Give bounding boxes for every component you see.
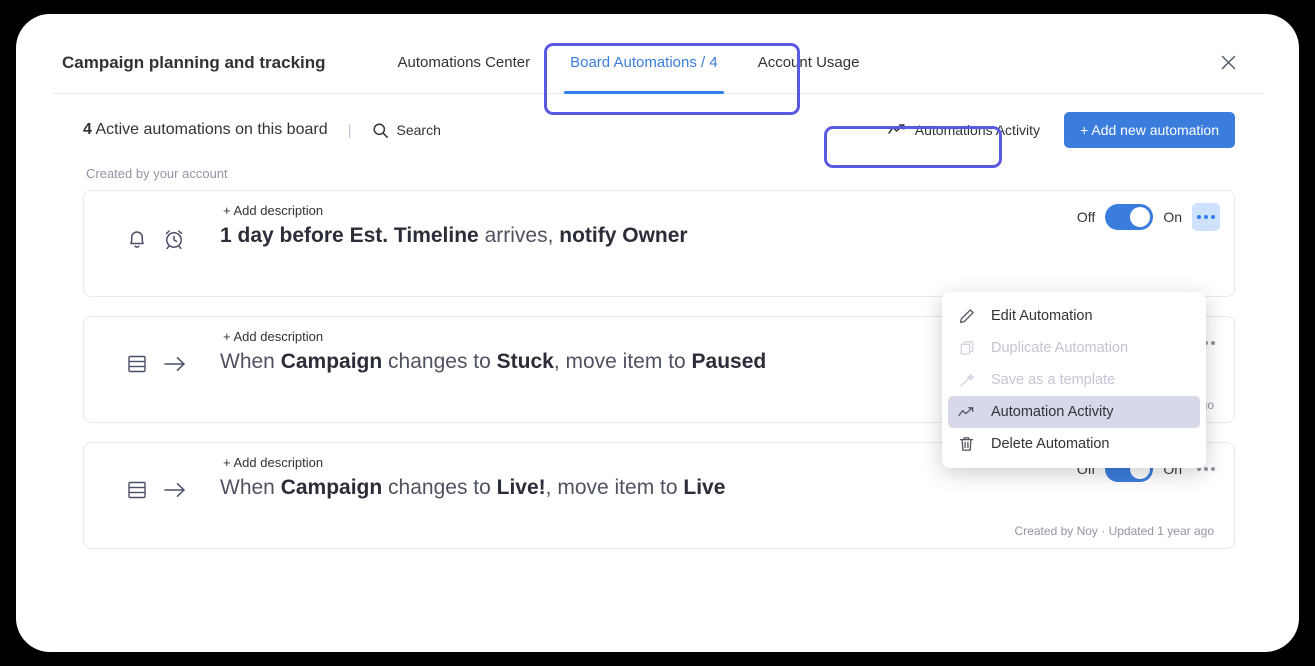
automation-card[interactable]: + Add description 1 day before Est. Time… <box>83 190 1235 297</box>
tab-account-usage[interactable]: Account Usage <box>738 32 880 94</box>
count-number: 4 <box>83 121 92 138</box>
menu-item-duplicate-automation: Duplicate Automation <box>948 332 1200 364</box>
automation-sentence: When Campaign changes to Live!, move ite… <box>220 476 726 499</box>
trash-icon <box>958 436 975 453</box>
automation-icons <box>126 353 188 375</box>
menu-item-label: Save as a template <box>991 372 1116 388</box>
automation-icons <box>126 227 186 251</box>
automation-icons <box>126 479 188 501</box>
tab-automations-center[interactable]: Automations Center <box>378 32 551 94</box>
dot <box>1211 341 1215 345</box>
page-title: Campaign planning and tracking <box>62 52 326 72</box>
dot <box>1197 215 1201 219</box>
alarm-clock-icon <box>162 227 186 251</box>
menu-item-label: Automation Activity <box>991 404 1114 420</box>
menu-item-label: Delete Automation <box>991 436 1110 452</box>
automation-sentence: When Campaign changes to Stuck, move ite… <box>220 350 767 373</box>
menu-item-edit-automation[interactable]: Edit Automation <box>948 300 1200 332</box>
active-automations-count: 4 Active automations on this board <box>83 121 328 139</box>
section-label: Created by your account <box>86 166 228 181</box>
automation-toggle[interactable] <box>1105 204 1154 230</box>
toggle-off-label: Off <box>1076 209 1096 225</box>
tab-board-automations[interactable]: Board Automations / 4 <box>550 32 738 94</box>
duplicate-icon <box>958 340 975 357</box>
automations-modal: Campaign planning and tracking Automatio… <box>52 32 1263 598</box>
automation-meta: Created by Noy · Updated 1 year ago <box>1014 524 1214 538</box>
menu-item-label: Duplicate Automation <box>991 340 1129 356</box>
menu-item-label: Edit Automation <box>991 308 1093 324</box>
count-text: Active automations on this board <box>91 121 328 138</box>
menu-item-automation-activity[interactable]: Automation Activity <box>948 396 1200 428</box>
menu-item-save-as-template: Save as a template <box>948 364 1200 396</box>
activity-line-icon <box>888 123 906 137</box>
search-icon <box>372 122 389 139</box>
list-toolbar: 4 Active automations on this board | Sea… <box>52 94 1263 166</box>
add-new-automation-button[interactable]: + Add new automation <box>1064 112 1235 148</box>
dot <box>1204 215 1208 219</box>
close-icon[interactable] <box>1215 50 1241 76</box>
activity-line-icon <box>958 404 975 421</box>
add-description-link[interactable]: + Add description <box>223 455 323 470</box>
add-description-link[interactable]: + Add description <box>223 203 323 218</box>
dot <box>1211 467 1215 471</box>
toggle-on-label: On <box>1163 209 1182 225</box>
status-rows-icon <box>126 479 148 501</box>
toolbar-actions: Automations Activity + Add new automatio… <box>875 112 1235 148</box>
search-button[interactable]: Search <box>372 122 441 139</box>
add-description-link[interactable]: + Add description <box>223 329 323 344</box>
menu-item-delete-automation[interactable]: Delete Automation <box>948 428 1200 460</box>
automations-activity-button[interactable]: Automations Activity <box>875 115 1053 145</box>
search-label: Search <box>396 122 441 138</box>
magic-wand-icon <box>958 372 975 389</box>
bell-icon <box>126 227 148 251</box>
modal-header: Campaign planning and tracking Automatio… <box>52 32 1263 94</box>
automation-sentence: 1 day before Est. Timeline arrives, noti… <box>220 224 688 247</box>
automation-context-menu: Edit Automation Duplicate Automation Sav… <box>942 292 1206 468</box>
automation-controls: Off On <box>1077 203 1220 231</box>
toggle-knob <box>1130 207 1151 227</box>
automation-menu-button[interactable] <box>1192 203 1220 231</box>
arrow-right-icon <box>162 353 188 375</box>
arrow-right-icon <box>162 479 188 501</box>
automations-activity-label: Automations Activity <box>914 122 1041 138</box>
dot <box>1204 467 1208 471</box>
status-rows-icon <box>126 353 148 375</box>
pencil-icon <box>958 308 975 325</box>
dot <box>1211 215 1215 219</box>
toolbar-divider: | <box>347 121 352 139</box>
tab-bar: Automations Center Board Automations / 4… <box>378 32 880 94</box>
